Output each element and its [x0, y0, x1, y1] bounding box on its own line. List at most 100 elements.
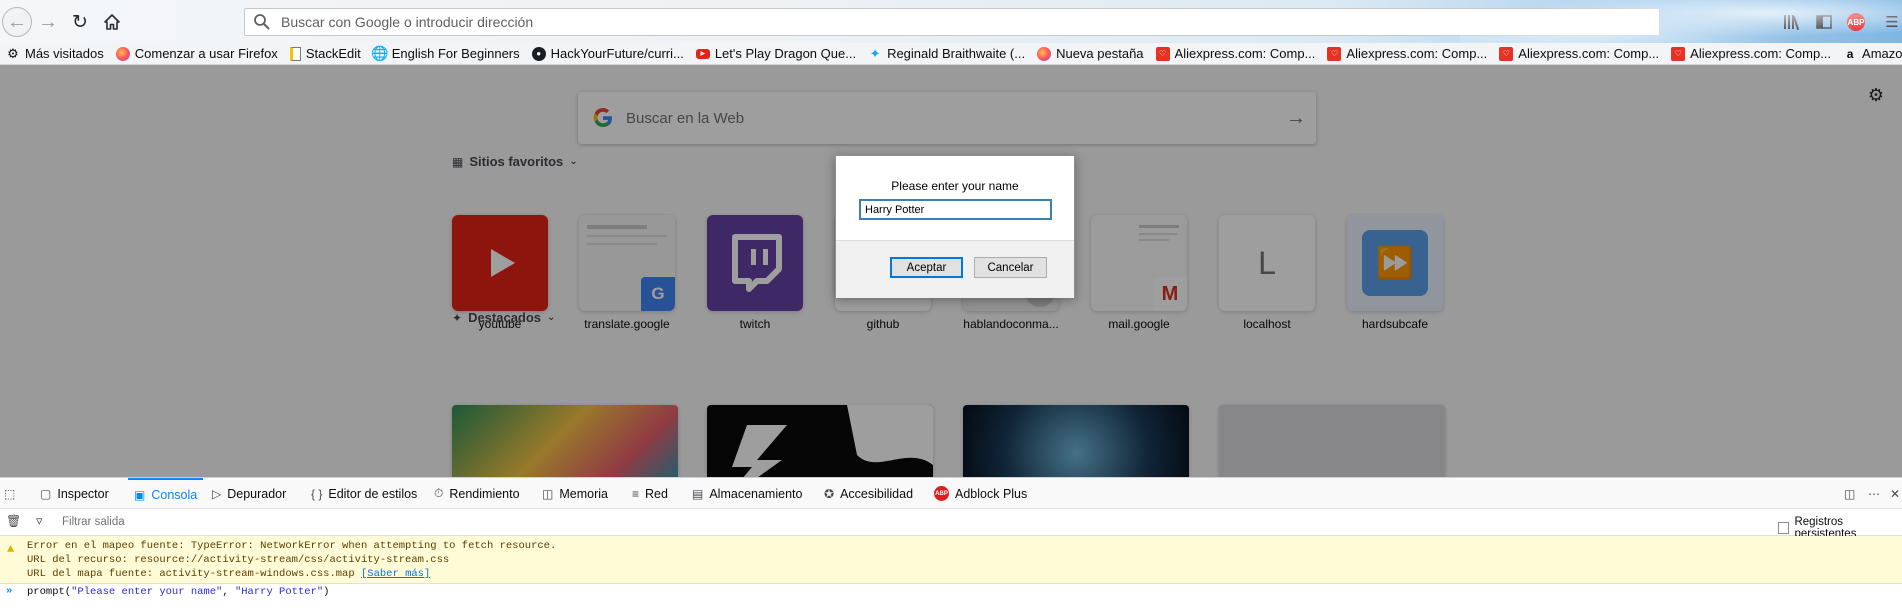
reload-icon: ↻	[72, 11, 88, 33]
accessibility-icon: ✪	[824, 486, 835, 501]
tab-network[interactable]: ≡ Red	[632, 478, 668, 509]
devtools-panel: ⬚ ▢ Inspector ▣ Consola ▷ Depurador { } …	[0, 477, 1902, 613]
bookmark-label: Aliexpress.com: Comp...	[1174, 46, 1316, 61]
dock-button[interactable]: ◫	[1844, 478, 1861, 509]
tab-label: Depurador	[227, 486, 287, 501]
tab-accessibility[interactable]: ✪ Accesibilidad	[824, 478, 913, 509]
arrow-left-icon: ←	[7, 11, 27, 33]
globe-icon: 🌐	[371, 45, 389, 61]
bookmarks-toolbar: ⚙ Más visitados Comenzar a usar Firefox …	[0, 43, 1902, 65]
bookmark-item[interactable]: ▶ Let's Play Dragon Que...	[695, 46, 856, 61]
command-end: )	[323, 586, 330, 598]
tab-label: Accesibilidad	[840, 486, 914, 501]
prompt-chevron-icon: »	[6, 585, 13, 597]
aliexpress-icon: ♡	[1155, 46, 1170, 61]
tab-memory[interactable]: ◫ Memoria	[542, 478, 608, 509]
bookmark-item[interactable]: ✦ Reginald Braithwaite (...	[868, 45, 1025, 62]
firefox-icon	[115, 46, 130, 61]
console-command: prompt("Please enter your name", "Harry …	[27, 586, 329, 598]
home-icon	[104, 14, 120, 30]
tab-label: Editor de estilos	[328, 486, 418, 501]
github-icon: ●	[531, 46, 546, 61]
storage-icon: ▤	[692, 486, 704, 501]
bookmark-label: HackYourFuture/curri...	[550, 46, 684, 61]
braces-icon: { }	[311, 486, 323, 501]
library-button[interactable]	[1782, 12, 1802, 32]
inspector-icon: ▢	[40, 486, 52, 501]
warning-line-text: URL del mapa fuente: activity-stream-win…	[27, 568, 355, 580]
bookmark-label: Más visitados	[25, 46, 104, 61]
bookmark-item[interactable]: ♡ Aliexpress.com: Comp...	[1155, 46, 1316, 61]
tab-adblock-plus[interactable]: ABP Adblock Plus	[934, 478, 1027, 509]
tab-style-editor[interactable]: { } Editor de estilos	[311, 478, 417, 509]
console-input-line[interactable]: » prompt("Please enter your name", "Harr…	[0, 584, 1902, 602]
bookmark-label: Amazon.com: Boscia ...	[1862, 46, 1902, 61]
aliexpress-icon: ♡	[1499, 46, 1514, 61]
tab-performance[interactable]: ⏱ Rendimiento	[434, 478, 520, 509]
debugger-icon: ▷	[212, 486, 222, 501]
tab-label: Red	[645, 486, 668, 501]
console-icon: ▣	[134, 487, 146, 502]
bookmark-item[interactable]: a Amazon.com: Boscia ...	[1843, 46, 1902, 61]
abp-icon: ABP	[1847, 17, 1865, 27]
sidebar-icon	[1816, 15, 1832, 29]
bookmark-label: Aliexpress.com: Comp...	[1690, 46, 1832, 61]
filter-icon: ▿	[36, 513, 43, 528]
bookmark-item[interactable]: 🌐 English For Beginners	[371, 45, 520, 61]
filter-input[interactable]	[62, 516, 662, 528]
tab-debugger[interactable]: ▷ Depurador	[212, 478, 286, 509]
url-bar[interactable]	[244, 8, 1660, 36]
tab-inspector[interactable]: ▢ Inspector	[40, 478, 109, 509]
forward-button[interactable]: →	[34, 8, 62, 36]
command-fn: prompt(	[27, 586, 72, 598]
search-icon	[254, 14, 270, 30]
url-input[interactable]	[281, 14, 1581, 30]
prompt-message: Please enter your name	[891, 179, 1019, 193]
bookmark-item[interactable]: ♡ Aliexpress.com: Comp...	[1327, 46, 1487, 61]
more-options-button[interactable]: ⋯	[1868, 478, 1886, 509]
bookmark-item[interactable]: ● HackYourFuture/curri...	[531, 46, 684, 61]
bookmark-item[interactable]: ♡ Aliexpress.com: Comp...	[1671, 46, 1831, 61]
bookmark-label: Aliexpress.com: Comp...	[1518, 46, 1660, 61]
youtube-icon: ▶	[695, 48, 710, 59]
library-icon	[1784, 15, 1800, 30]
accept-button[interactable]: Aceptar	[890, 257, 963, 278]
bookmark-item[interactable]: ⚙ Más visitados	[6, 45, 104, 62]
menu-button[interactable]: ☰	[1882, 12, 1902, 32]
home-button[interactable]	[98, 8, 126, 36]
checkbox[interactable]	[1778, 522, 1790, 534]
back-button[interactable]: ←	[2, 7, 32, 37]
performance-icon: ⏱	[434, 486, 444, 500]
element-picker-button[interactable]: ⬚	[4, 478, 21, 509]
trash-icon[interactable]: 🗑	[6, 514, 21, 528]
tab-label: Consola	[151, 487, 198, 502]
bookmark-item[interactable]: Nueva pestaña	[1037, 46, 1144, 61]
twitter-icon: ✦	[869, 45, 881, 61]
close-icon: ✕	[1890, 486, 1901, 501]
tab-label: Memoria	[559, 486, 608, 501]
tab-console[interactable]: ▣ Consola	[128, 478, 204, 509]
tab-label: Adblock Plus	[955, 486, 1028, 501]
memory-icon: ◫	[542, 486, 554, 501]
cancel-button[interactable]: Cancelar	[974, 257, 1047, 278]
close-devtools-button[interactable]: ✕	[1890, 478, 1902, 509]
bookmark-item[interactable]: ♡ Aliexpress.com: Comp...	[1499, 46, 1659, 61]
bookmark-label: StackEdit	[305, 46, 361, 61]
prompt-input[interactable]	[859, 199, 1052, 220]
bookmark-label: Nueva pestaña	[1056, 46, 1144, 61]
reload-button[interactable]: ↻	[66, 8, 94, 36]
adblock-plus-button[interactable]: ABP	[1847, 13, 1865, 31]
devtools-tabbar: ⬚ ▢ Inspector ▣ Consola ▷ Depurador { } …	[0, 478, 1902, 509]
learn-more-link[interactable]: [Saber más]	[361, 568, 430, 580]
browser-toolbar: ← → ↻ ABP ☰	[0, 0, 1902, 43]
bookmark-item[interactable]: Comenzar a usar Firefox	[115, 46, 278, 61]
sidebar-button[interactable]	[1814, 12, 1834, 32]
page-icon	[289, 46, 301, 61]
gear-icon: ⚙	[7, 45, 19, 61]
bookmark-item[interactable]: StackEdit	[289, 46, 361, 61]
tab-storage[interactable]: ▤ Almacenamiento	[692, 478, 802, 509]
warning-line: URL del mapa fuente: activity-stream-win…	[27, 568, 430, 580]
console-filter-bar: 🗑 ▿ Registros persistentes	[0, 509, 1902, 540]
warning-line: Error en el mapeo fuente: TypeError: Net…	[27, 540, 557, 552]
amazon-icon: a	[1846, 46, 1854, 61]
